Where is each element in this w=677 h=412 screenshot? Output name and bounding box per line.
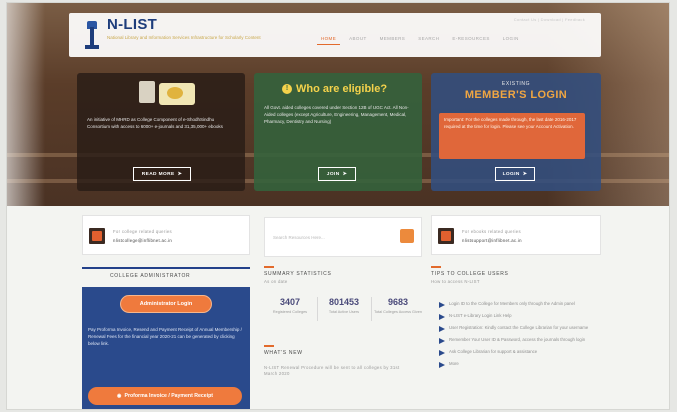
arrow-right-icon: ➤ — [342, 171, 348, 177]
bullet-icon — [439, 350, 445, 356]
member-login-label: LOGIN — [502, 171, 520, 177]
mail-icon — [438, 228, 454, 244]
college-admin-panel: Administrator Login Pay Proforma Invoice… — [82, 287, 250, 409]
list-item[interactable]: Remember Your User ID & Password, access… — [439, 337, 601, 344]
stat-divider — [371, 297, 372, 321]
stat-active-users: 801453 Total Active Users — [320, 297, 368, 315]
stat-divider — [317, 297, 318, 321]
about-text: An initiative of MHRD as College Compone… — [87, 117, 223, 129]
join-button[interactable]: JOIN ➤ — [318, 167, 356, 181]
mail-icon — [89, 228, 105, 244]
eligibility-card: ! Who are eligible? All Govt. aided coll… — [254, 73, 422, 191]
section-rule — [264, 266, 274, 268]
search-button[interactable] — [400, 229, 414, 243]
join-label: JOIN — [326, 171, 340, 177]
read-more-button[interactable]: READ MORE ➤ — [133, 167, 191, 181]
eligibility-title: ! Who are eligible? — [282, 83, 387, 95]
member-login-card: EXISTING MEMBER'S LOGIN Important: For t… — [431, 73, 601, 191]
list-item[interactable]: More — [439, 361, 601, 368]
main-nav: HOME ABOUT MEMBERS SEARCH E-RESOURCES LO… — [317, 33, 523, 45]
section-rule — [431, 266, 441, 268]
nav-members[interactable]: MEMBERS — [376, 33, 410, 45]
site-header: N-LIST National Library and Information … — [69, 13, 601, 57]
arrow-right-icon: ➤ — [177, 171, 183, 177]
seal-logo — [159, 83, 195, 105]
stat-value: 3407 — [279, 297, 301, 307]
bullet-icon — [439, 326, 445, 332]
list-item-text: Ask College Librarian for support & assi… — [449, 349, 538, 354]
login-notice: Important: For the colleges made through… — [439, 113, 585, 159]
member-login-title: MEMBER'S LOGIN — [464, 89, 568, 101]
hero-edge-decor — [7, 3, 45, 206]
arrow-right-icon: ➤ — [522, 171, 528, 177]
site-subtitle: National Library and Information Service… — [107, 35, 261, 40]
invoice-icon: ◉ — [116, 393, 122, 399]
nav-e-resources[interactable]: E-RESOURCES — [448, 33, 493, 45]
stat-registered-colleges: 3407 Registered Colleges — [266, 297, 314, 315]
nlist-logo-icon[interactable] — [85, 19, 99, 51]
list-item-text: Remember Your User ID & Password, access… — [449, 337, 586, 342]
nav-login[interactable]: LOGIN — [499, 33, 523, 45]
search-box — [264, 217, 422, 257]
tips-subheading: How to access N-LIST — [431, 279, 480, 284]
statistics-subheading: As on date — [264, 279, 288, 284]
member-login-button[interactable]: LOGIN ➤ — [495, 167, 535, 181]
list-item[interactable]: N-LIST e-Library Login Link Help — [439, 313, 601, 320]
site-title[interactable]: N-LIST — [107, 16, 157, 33]
utility-links[interactable]: Contact Us | Download | Feedback — [514, 17, 585, 22]
about-card: An initiative of MHRD as College Compone… — [77, 73, 245, 191]
college-admin-heading: COLLEGE ADMINISTRATOR — [110, 273, 191, 279]
nav-about[interactable]: ABOUT — [345, 33, 371, 45]
list-item[interactable]: Ask College Librarian for support & assi… — [439, 349, 601, 356]
nav-home[interactable]: HOME — [317, 33, 341, 45]
search-input[interactable] — [273, 231, 399, 243]
ebooks-contact-label: For ebooks related queries — [462, 229, 521, 234]
college-contact-label: For college related queries — [113, 229, 172, 234]
list-item-text: N-LIST e-Library Login Link Help — [449, 313, 512, 318]
list-item-text: More — [449, 361, 459, 366]
bullet-icon — [439, 302, 445, 308]
list-item[interactable]: User Registration: Kindly contact the Co… — [439, 325, 601, 332]
proforma-invoice-button[interactable]: ◉ Proforma Invoice / Payment Receipt — [88, 387, 242, 405]
statistics-heading: SUMMARY STATISTICS — [264, 271, 332, 277]
browser-screen: An initiative of MHRD as College Compone… — [6, 2, 670, 410]
list-item[interactable]: Login ID to the College for Members only… — [439, 301, 601, 308]
stat-value: 801453 — [328, 297, 360, 307]
ebooks-contact-box: For ebooks related queries nlistsupport@… — [431, 215, 601, 255]
stat-label: Registered Colleges — [272, 310, 308, 314]
administrator-login-button[interactable]: Administrator Login — [120, 295, 212, 313]
stat-value: 9683 — [387, 297, 409, 307]
member-login-kicker: EXISTING — [501, 81, 531, 87]
list-item-text: Login ID to the College for Members only… — [449, 301, 575, 306]
tips-heading: TIPS TO COLLEGE USERS — [431, 271, 509, 277]
nav-search[interactable]: SEARCH — [414, 33, 443, 45]
stat-access-given: 9683 Total Colleges Access Given — [374, 297, 422, 315]
eligibility-text: All Govt. aided colleges covered under S… — [264, 105, 409, 124]
whats-new-text[interactable]: N-LIST Renewal Procedure will be sent to… — [264, 365, 414, 377]
college-admin-text: Pay Proforma Invoice, Resend and Payment… — [88, 327, 242, 346]
section-rule — [82, 267, 250, 269]
stat-label: Total Active Users — [328, 310, 360, 314]
bullet-icon — [439, 362, 445, 368]
tips-list: Login ID to the College for Members only… — [439, 301, 601, 373]
bullet-icon — [439, 314, 445, 320]
emblem-icon — [139, 81, 155, 103]
bullet-icon — [439, 338, 445, 344]
eligibility-title-text: Who are eligible? — [296, 83, 388, 95]
list-item-text: User Registration: Kindly contact the Co… — [449, 325, 589, 330]
proforma-invoice-label: Proforma Invoice / Payment Receipt — [124, 393, 214, 399]
college-contact-box: For college related queries nlistcollege… — [82, 215, 250, 255]
ebooks-contact-email[interactable]: nlistsupport@inflibnet.ac.in — [462, 238, 522, 243]
section-rule — [264, 345, 274, 347]
whats-new-heading: WHAT'S NEW — [264, 350, 303, 356]
warning-icon: ! — [282, 84, 292, 94]
college-contact-email[interactable]: nlistcollege@inflibnet.ac.in — [113, 238, 172, 243]
read-more-label: READ MORE — [141, 171, 175, 177]
stat-label: Total Colleges Access Given — [374, 310, 422, 314]
